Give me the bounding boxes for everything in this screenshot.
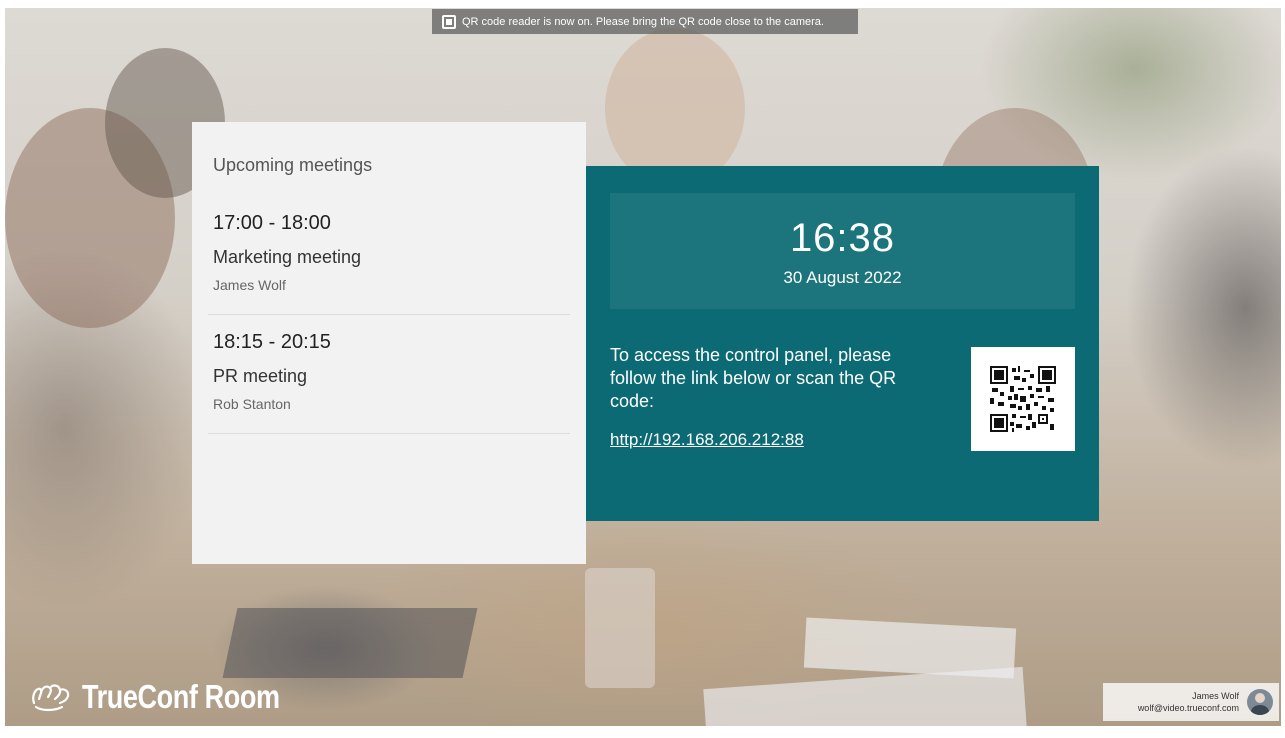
meeting-host: Rob Stanton — [213, 396, 291, 412]
background-paper — [703, 666, 1027, 726]
control-panel-info: 16:38 30 August 2022 To access the contr… — [586, 166, 1099, 521]
meeting-time: 18:15 - 20:15 — [213, 331, 331, 353]
meeting-title: PR meeting — [213, 366, 308, 386]
access-instructions: To access the control panel, please foll… — [610, 345, 897, 411]
clock: 16:38 30 August 2022 — [610, 193, 1075, 309]
upcoming-meetings-heading: Upcoming meetings — [213, 155, 373, 175]
clock-date: 30 August 2022 — [783, 268, 902, 287]
user-name: James Wolf — [1192, 691, 1239, 701]
background-paper — [803, 617, 1017, 679]
background-person — [605, 28, 745, 188]
upcoming-meetings-panel: Upcoming meetings 17:00 - 18:00 Marketin… — [192, 122, 586, 564]
brand-logo: TrueConf Room — [30, 678, 323, 716]
background-laptop — [222, 608, 478, 678]
meeting-item[interactable]: 18:15 - 20:15 PR meeting Rob Stanton — [208, 331, 570, 434]
control-panel-link[interactable]: http://192.168.206.212:88 — [610, 430, 804, 450]
background-cup — [585, 568, 655, 688]
meeting-item[interactable]: 17:00 - 18:00 Marketing meeting James Wo… — [208, 212, 570, 315]
meeting-title: Marketing meeting — [213, 247, 362, 267]
meeting-host: James Wolf — [213, 277, 286, 293]
clock-time: 16:38 — [789, 216, 896, 260]
meeting-time: 17:00 - 18:00 — [213, 212, 331, 234]
qr-scan-icon — [442, 14, 456, 29]
qr-reader-notice-text: QR code reader is now on. Please bring t… — [462, 15, 824, 28]
qr-code — [971, 347, 1075, 451]
brand-name: TrueConf Room — [82, 678, 280, 715]
qr-code-icon — [990, 366, 1056, 432]
user-info: James Wolf wolf@video.trueconf.com — [1138, 691, 1239, 713]
trueconf-logo-icon — [32, 684, 70, 712]
background-person — [5, 108, 175, 328]
avatar — [1247, 689, 1273, 715]
user-badge[interactable]: James Wolf wolf@video.trueconf.com — [1103, 683, 1279, 721]
user-email: wolf@video.trueconf.com — [1137, 703, 1239, 713]
qr-reader-notice: QR code reader is now on. Please bring t… — [432, 9, 858, 34]
